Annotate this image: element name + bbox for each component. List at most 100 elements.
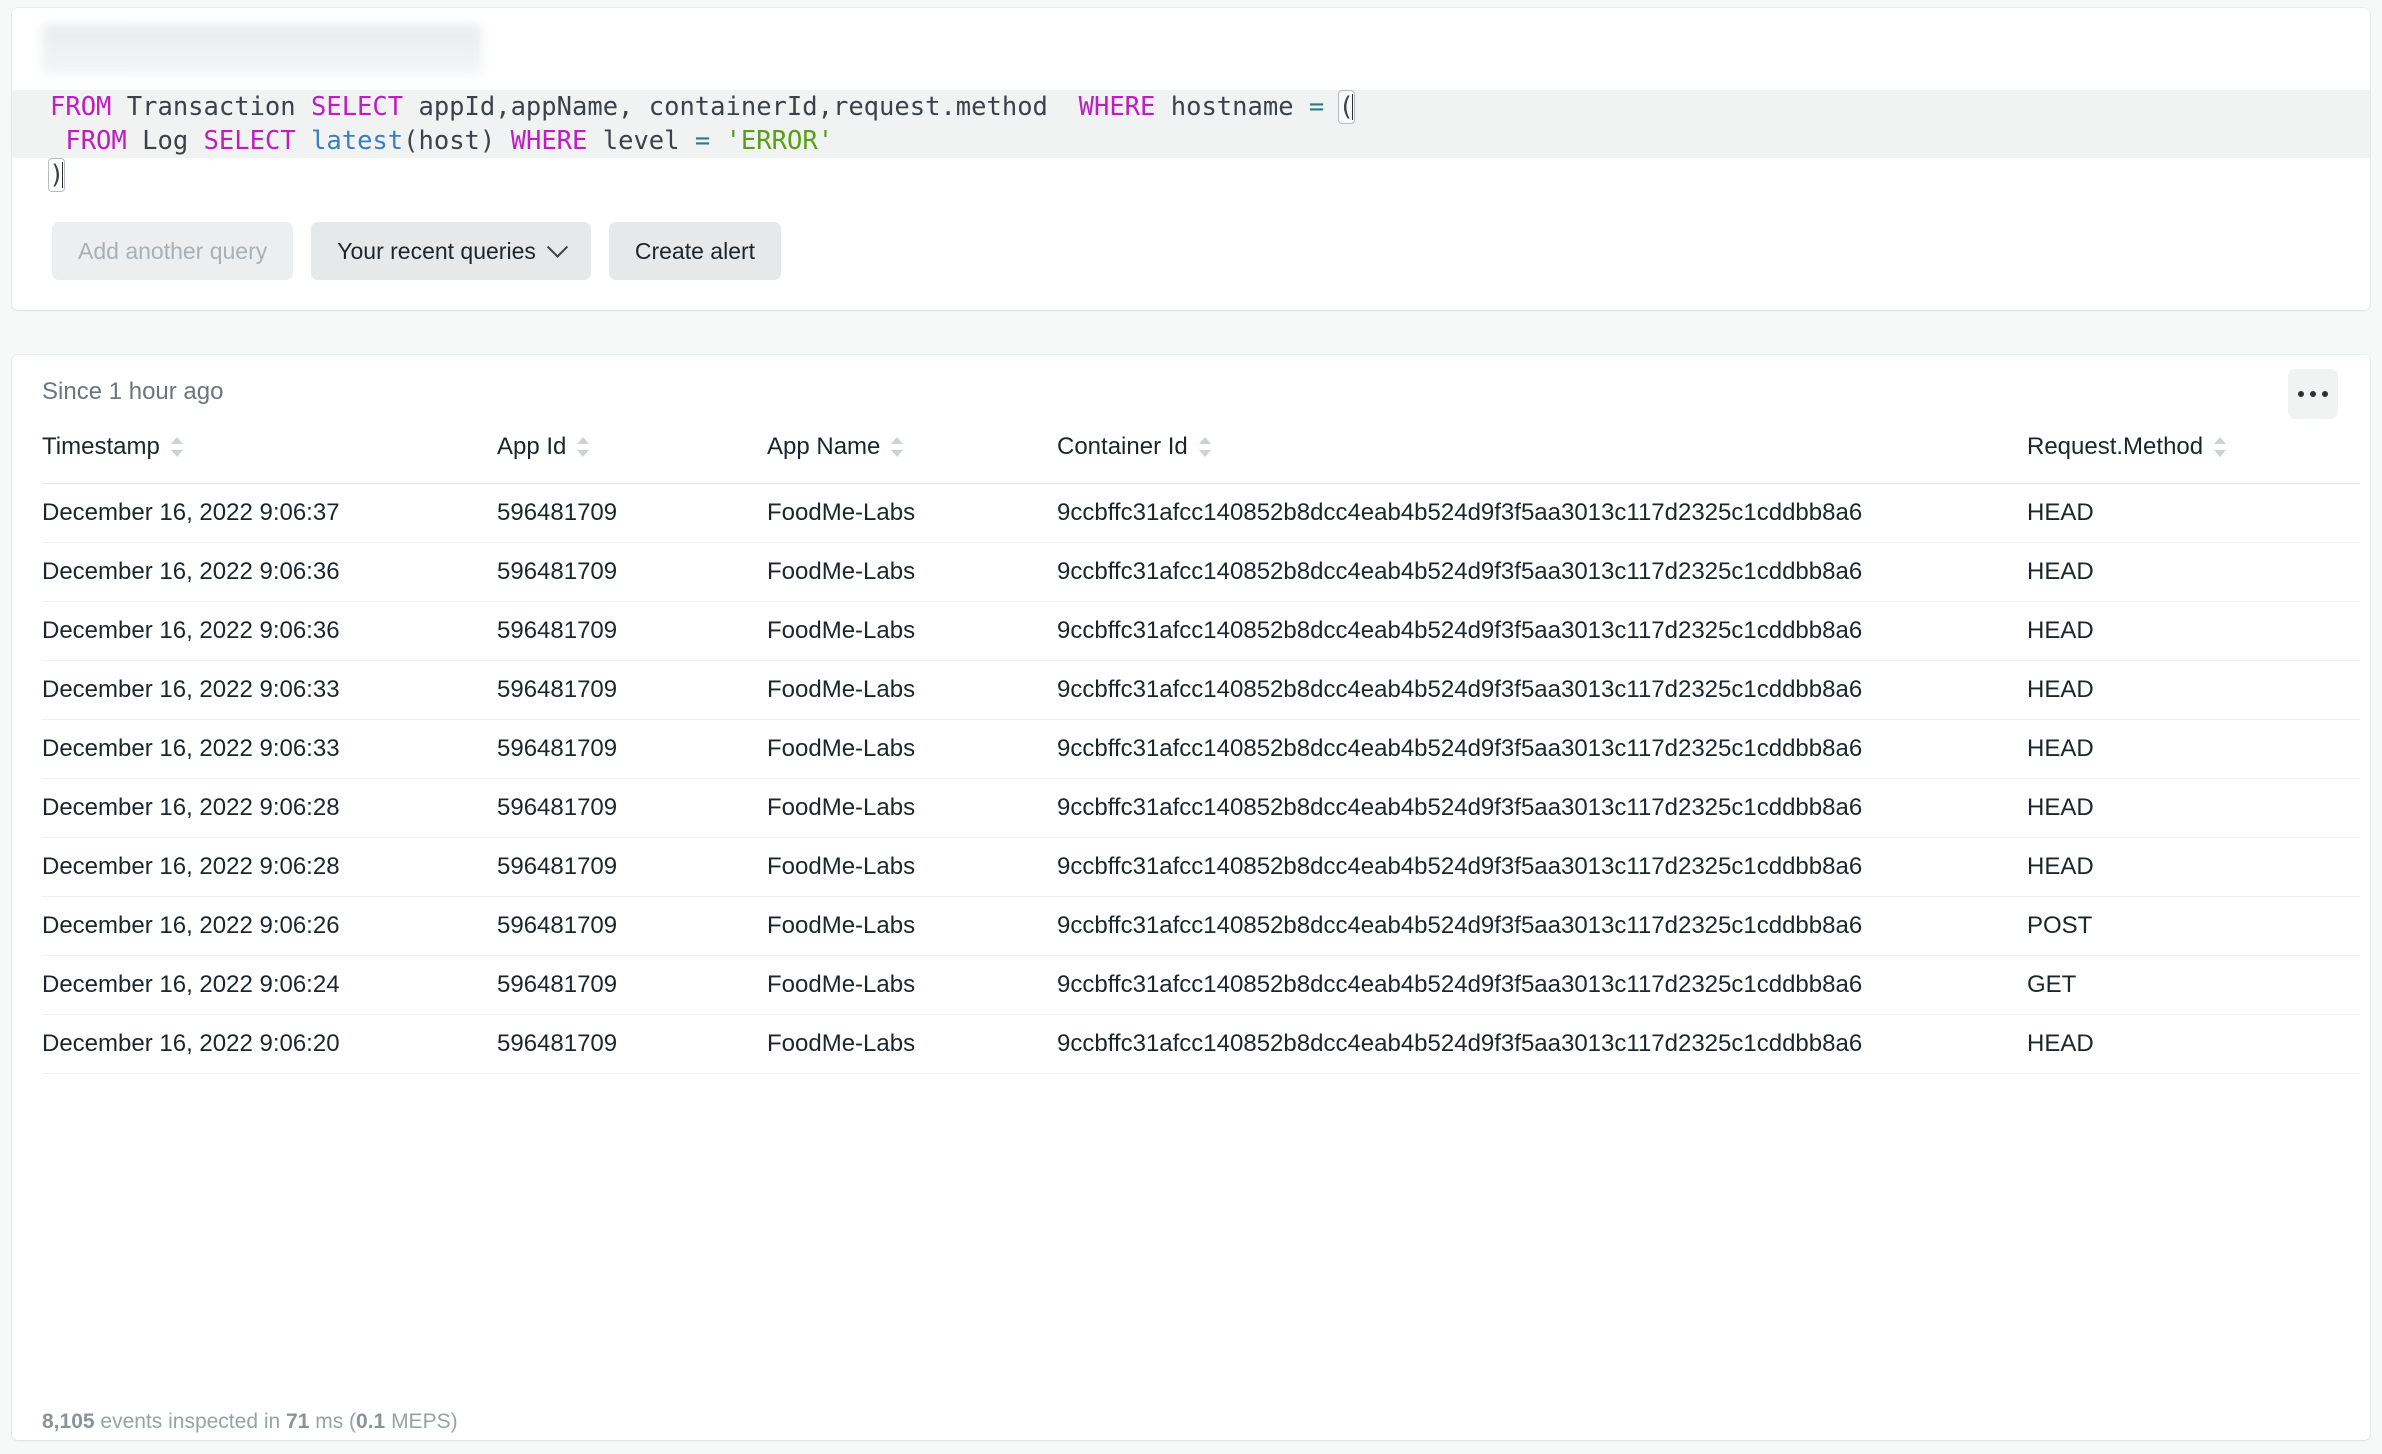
query-action-bar: Add another query Your recent queries Cr…: [12, 196, 2370, 310]
cell-container_id: 9ccbffc31afcc140852b8dcc4eab4b524d9f3f5a…: [1057, 483, 2027, 543]
column-header-container_id[interactable]: Container Id: [1057, 433, 2027, 484]
cell-timestamp: December 16, 2022 9:06:26: [42, 896, 497, 956]
cell-app_name: FoodMe-Labs: [767, 778, 1057, 838]
table-row[interactable]: December 16, 2022 9:06:20 596481709 FoodMe…: [42, 1014, 2360, 1074]
query-token-plain: appId,appName, containerId,request.metho…: [418, 92, 1079, 122]
cell-app_id: 596481709: [497, 660, 767, 720]
column-header-wrap[interactable]: Request.Method: [2027, 433, 2227, 461]
table-row[interactable]: December 16, 2022 9:06:33 596481709 FoodMe…: [42, 660, 2360, 720]
cell-timestamp: December 16, 2022 9:06:33: [42, 660, 497, 720]
sort-toggle-icon[interactable]: [891, 437, 904, 457]
query-token-op: =: [1308, 92, 1340, 122]
column-header-timestamp[interactable]: Timestamp: [42, 433, 497, 484]
chevron-down-icon: [546, 236, 568, 258]
cell-app_id: 596481709: [497, 1014, 767, 1074]
table-row[interactable]: December 16, 2022 9:06:28 596481709 FoodMe…: [42, 837, 2360, 897]
cell-app_name: FoodMe-Labs: [767, 719, 1057, 779]
column-header-wrap[interactable]: Container Id: [1057, 433, 1212, 461]
cell-app_name: FoodMe-Labs: [767, 955, 1057, 1015]
column-header-wrap[interactable]: App Name: [767, 433, 904, 461]
cell-request_method: HEAD: [2027, 719, 2360, 779]
cell-app_name: FoodMe-Labs: [767, 660, 1057, 720]
query-line-2[interactable]: FROM Log SELECT latest(host) WHERE level…: [12, 124, 2370, 158]
your-recent-queries-label: Your recent queries: [337, 237, 536, 264]
query-token-plain: level: [602, 126, 695, 156]
query-token-kw: WHERE: [1078, 92, 1171, 122]
cell-container_id: 9ccbffc31afcc140852b8dcc4eab4b524d9f3f5a…: [1057, 601, 2027, 661]
column-header-label: App Name: [767, 433, 881, 460]
cell-timestamp: December 16, 2022 9:06:24: [42, 955, 497, 1015]
query-token-kw: FROM: [50, 126, 143, 156]
ellipsis-icon-dot: [2322, 391, 2328, 397]
cell-app_id: 596481709: [497, 955, 767, 1015]
cell-app_name: FoodMe-Labs: [767, 542, 1057, 602]
query-token-plain: Log: [142, 126, 204, 156]
query-token-kw: SELECT: [311, 92, 419, 122]
cell-container_id: 9ccbffc31afcc140852b8dcc4eab4b524d9f3f5a…: [1057, 837, 2027, 897]
cell-timestamp: December 16, 2022 9:06:20: [42, 1014, 497, 1074]
cell-app_id: 596481709: [497, 601, 767, 661]
results-table: Timestamp App Id App Name Container Id Reque…: [42, 433, 2360, 1074]
events-inspected-text: events inspected in: [94, 1410, 287, 1433]
redacted-account-tab[interactable]: [42, 24, 482, 76]
column-header-label: Request.Method: [2027, 433, 2204, 460]
query-line-3[interactable]: ): [12, 158, 2370, 192]
table-row[interactable]: December 16, 2022 9:06:28 596481709 FoodMe…: [42, 778, 2360, 838]
cell-request_method: HEAD: [2027, 837, 2360, 897]
results-table-header: Timestamp App Id App Name Container Id Reque…: [42, 433, 2360, 484]
cell-request_method: GET: [2027, 955, 2360, 1015]
table-row[interactable]: December 16, 2022 9:06:36 596481709 FoodMe…: [42, 601, 2360, 661]
add-another-query-button[interactable]: Add another query: [52, 222, 294, 280]
cell-app_id: 596481709: [497, 542, 767, 602]
column-header-wrap[interactable]: App Id: [497, 433, 590, 461]
cell-timestamp: December 16, 2022 9:06:36: [42, 601, 497, 661]
table-row[interactable]: December 16, 2022 9:06:36 596481709 FoodMe…: [42, 542, 2360, 602]
your-recent-queries-button[interactable]: Your recent queries: [311, 222, 591, 280]
query-line-1[interactable]: FROM Transaction SELECT appId,appName, c…: [12, 90, 2370, 124]
query-token-op: =: [694, 126, 726, 156]
cell-request_method: HEAD: [2027, 660, 2360, 720]
cell-container_id: 9ccbffc31afcc140852b8dcc4eab4b524d9f3f5a…: [1057, 778, 2027, 838]
cell-container_id: 9ccbffc31afcc140852b8dcc4eab4b524d9f3f5a…: [1057, 896, 2027, 956]
sort-toggle-icon[interactable]: [170, 437, 184, 457]
sort-toggle-icon[interactable]: [1198, 437, 1212, 457]
sort-toggle-icon[interactable]: [577, 437, 590, 457]
cell-app_id: 596481709: [497, 483, 767, 543]
query-token-str: 'ERROR': [725, 126, 834, 156]
cell-request_method: HEAD: [2027, 542, 2360, 602]
cell-container_id: 9ccbffc31afcc140852b8dcc4eab4b524d9f3f5a…: [1057, 660, 2027, 720]
text-caret: [62, 162, 64, 188]
meps-unit: MEPS): [385, 1410, 458, 1433]
table-row[interactable]: December 16, 2022 9:06:26 596481709 FoodMe…: [42, 896, 2360, 956]
cell-container_id: 9ccbffc31afcc140852b8dcc4eab4b524d9f3f5a…: [1057, 542, 2027, 602]
results-table-body: December 16, 2022 9:06:37 596481709 FoodMe…: [42, 483, 2360, 1074]
cell-app_name: FoodMe-Labs: [767, 837, 1057, 897]
cell-app_id: 596481709: [497, 837, 767, 897]
column-header-wrap[interactable]: Timestamp: [42, 433, 184, 461]
query-duration: 71: [286, 1410, 310, 1433]
query-duration-unit: ms (: [309, 1410, 357, 1433]
cell-app_name: FoodMe-Labs: [767, 601, 1057, 661]
cell-app_name: FoodMe-Labs: [767, 896, 1057, 956]
create-alert-button[interactable]: Create alert: [608, 222, 782, 280]
cell-timestamp: December 16, 2022 9:06:36: [42, 542, 497, 602]
meps-value: 0.1: [356, 1410, 386, 1433]
query-token-plain: hostname: [1170, 92, 1309, 122]
table-row[interactable]: December 16, 2022 9:06:24 596481709 FoodMe…: [42, 955, 2360, 1015]
cell-app_id: 596481709: [497, 896, 767, 956]
query-token-plain: Transaction: [126, 92, 311, 122]
ellipsis-icon-dot: [2298, 391, 2304, 397]
cell-timestamp: December 16, 2022 9:06:28: [42, 837, 497, 897]
time-range-label: Since 1 hour ago: [42, 378, 224, 405]
table-row[interactable]: December 16, 2022 9:06:37 596481709 FoodMe…: [42, 483, 2360, 543]
events-inspected-count: 8,105: [42, 1410, 95, 1433]
cell-request_method: HEAD: [2027, 1014, 2360, 1074]
table-row[interactable]: December 16, 2022 9:06:33 596481709 FoodMe…: [42, 719, 2360, 779]
nrql-query-editor[interactable]: FROM Transaction SELECT appId,appName, c…: [12, 90, 2370, 196]
sort-toggle-icon[interactable]: [2214, 437, 2227, 457]
column-header-app_name[interactable]: App Name: [767, 433, 1057, 484]
column-header-label: Timestamp: [42, 433, 160, 460]
column-header-request_method[interactable]: Request.Method: [2027, 433, 2360, 484]
column-header-app_id[interactable]: App Id: [497, 433, 767, 484]
more-options-button[interactable]: [2288, 369, 2338, 419]
